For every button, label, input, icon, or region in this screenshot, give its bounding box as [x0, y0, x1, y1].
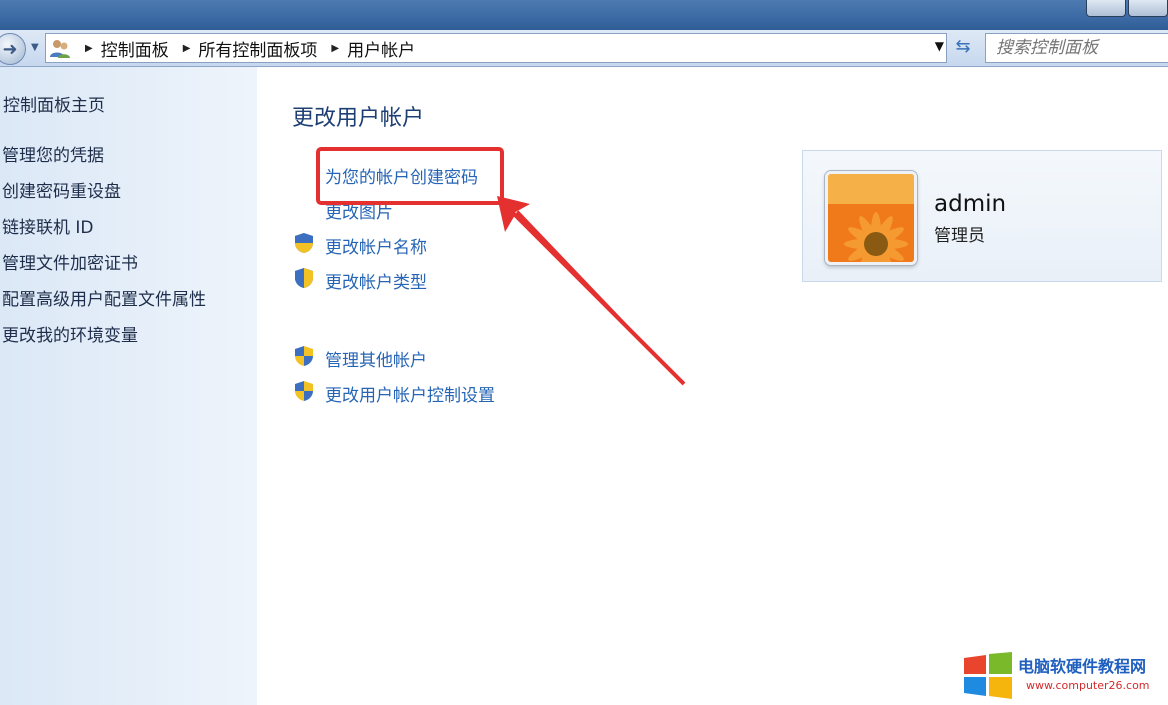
- uac-shield-icon: [293, 380, 315, 402]
- sidebar-task-list: 管理您的凭据 创建密码重设盘 链接联机 ID 管理文件加密证书 配置高级用户配置…: [2, 146, 206, 362]
- arrow-right-icon: ➜: [2, 38, 18, 60]
- uac-shield-icon: [293, 267, 315, 289]
- sidebar-item-advanced-profile[interactable]: 配置高级用户配置文件属性: [2, 290, 206, 326]
- users-icon: [49, 37, 71, 59]
- breadcrumb-separator-icon[interactable]: ▶: [331, 43, 339, 54]
- sidebar-item-link-online-id[interactable]: 链接联机 ID: [2, 218, 206, 254]
- watermark-url: www.computer26.com: [1026, 679, 1150, 692]
- change-account-name-link[interactable]: 更改帐户名称: [325, 233, 427, 258]
- annotation-highlight-box: [316, 147, 504, 205]
- sidebar-item-env-variables[interactable]: 更改我的环境变量: [2, 326, 206, 362]
- sidebar-item-encryption-certs[interactable]: 管理文件加密证书: [2, 254, 206, 290]
- back-button[interactable]: ➜: [0, 33, 26, 65]
- window-titlebar: [0, 0, 1168, 30]
- breadcrumb-user-accounts[interactable]: 用户帐户: [347, 36, 415, 61]
- page-title: 更改用户帐户: [292, 106, 425, 131]
- search-box[interactable]: [985, 33, 1168, 63]
- address-field[interactable]: ▶ 控制面板 ▶ 所有控制面板项 ▶ 用户帐户 ▼: [45, 33, 947, 63]
- sidebar: 控制面板主页 管理您的凭据 创建密码重设盘 链接联机 ID 管理文件加密证书 配…: [0, 67, 257, 705]
- address-bar: ➜ ▼ ▶ 控制面板 ▶ 所有控制面板项 ▶ 用户帐户 ▼ ⇆: [0, 30, 1168, 67]
- uac-settings-link[interactable]: 更改用户帐户控制设置: [325, 381, 495, 406]
- sidebar-home-link[interactable]: 控制面板主页: [3, 91, 105, 116]
- watermark: 电脑软硬件教程网 www.computer26.com: [962, 650, 1168, 705]
- breadcrumb-all-items[interactable]: 所有控制面板项: [198, 36, 317, 61]
- minimize-button[interactable]: [1086, 0, 1126, 17]
- breadcrumb-separator-icon[interactable]: ▶: [183, 43, 191, 54]
- sidebar-item-manage-credentials[interactable]: 管理您的凭据: [2, 146, 206, 182]
- uac-shield-icon: [293, 232, 315, 254]
- flower-avatar-icon[interactable]: [825, 171, 917, 265]
- manage-other-accounts-link[interactable]: 管理其他帐户: [325, 346, 427, 371]
- current-user-card: admin 管理员: [802, 150, 1162, 282]
- history-dropdown-icon[interactable]: ▼: [31, 42, 39, 53]
- search-input[interactable]: [986, 34, 1168, 62]
- window-controls: [1084, 0, 1168, 17]
- change-account-type-link[interactable]: 更改帐户类型: [325, 268, 427, 293]
- watermark-title: 电脑软硬件教程网: [1018, 657, 1147, 676]
- breadcrumb-separator-icon[interactable]: ▶: [85, 43, 93, 54]
- refresh-icon[interactable]: ⇆: [950, 36, 976, 60]
- user-name: admin: [934, 191, 1007, 217]
- breadcrumb-control-panel[interactable]: 控制面板: [101, 36, 169, 61]
- uac-shield-icon: [293, 345, 315, 367]
- sidebar-item-password-reset-disk[interactable]: 创建密码重设盘: [2, 182, 206, 218]
- maximize-button[interactable]: [1128, 0, 1168, 17]
- user-role: 管理员: [934, 226, 985, 246]
- windows-logo-icon: [964, 652, 1012, 699]
- address-dropdown-icon[interactable]: ▼: [935, 39, 944, 53]
